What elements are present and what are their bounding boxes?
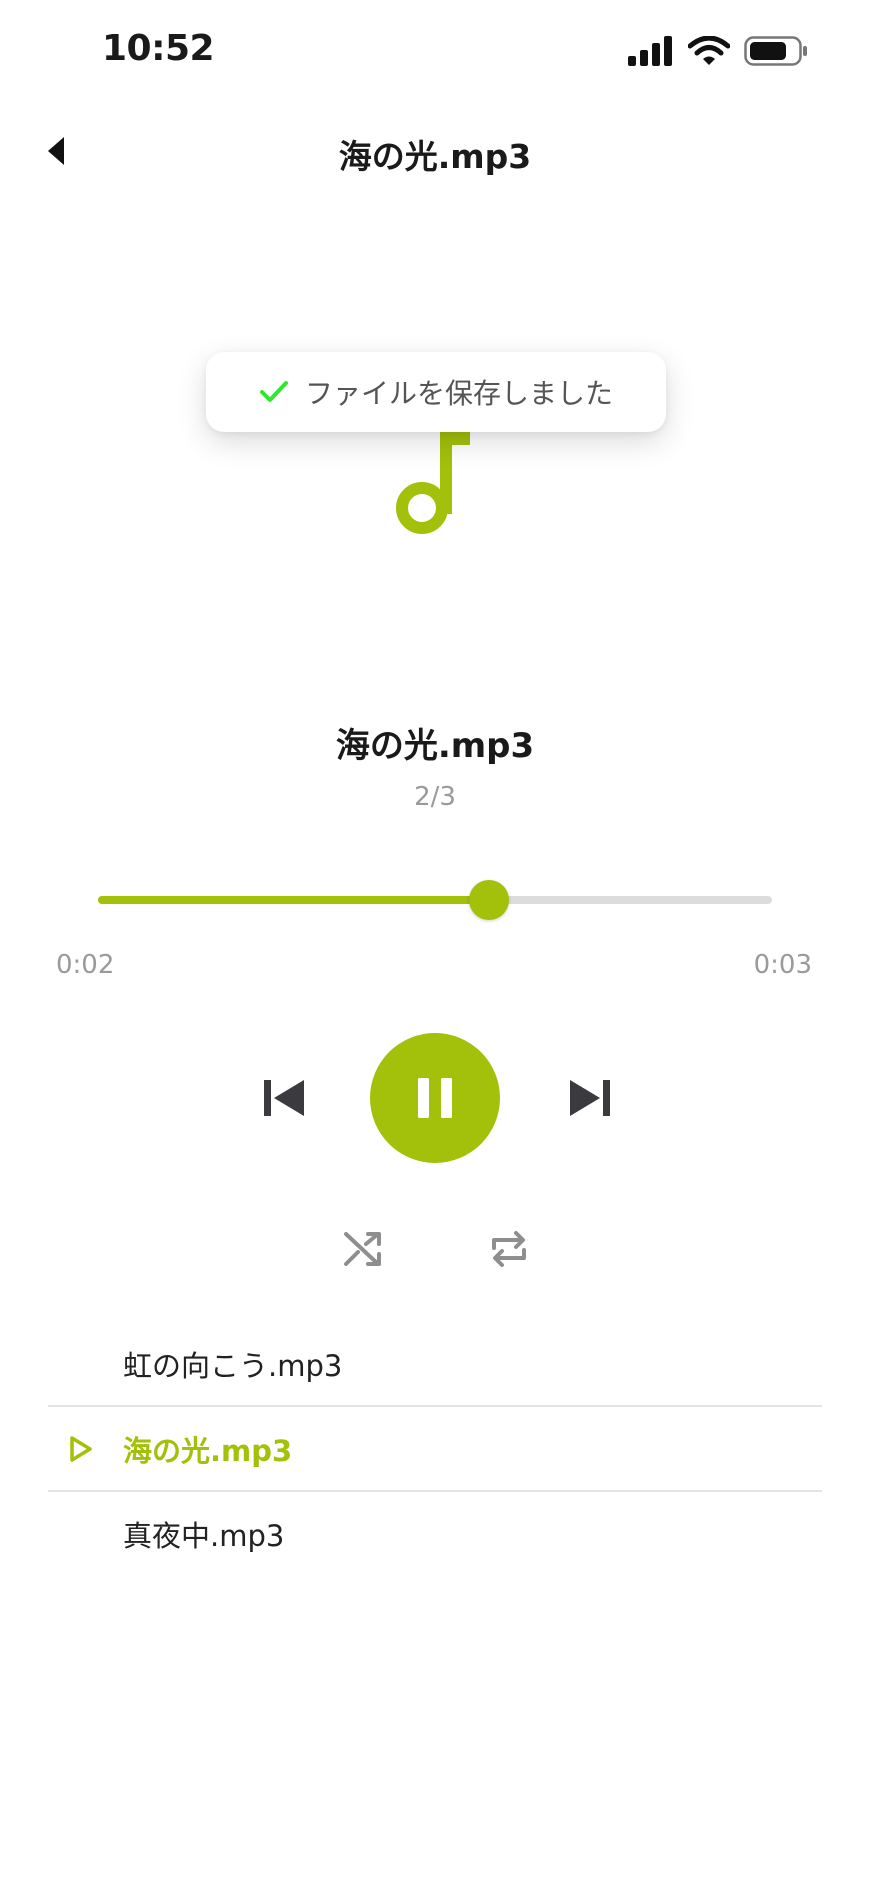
skip-previous-icon[interactable] [262, 1076, 308, 1120]
page-title: 海の光.mp3 [338, 137, 532, 176]
playlist-item-label: 海の光.mp3 [123, 1433, 293, 1468]
playlist-item-label: 真夜中.mp3 [123, 1518, 285, 1553]
status-time: 10:52 [102, 28, 215, 69]
elapsed-time: 0:02 [56, 950, 115, 980]
playlist-item[interactable]: 虹の向こう.mp3 [48, 1322, 822, 1407]
battery-icon [744, 36, 807, 66]
play-outline-icon [70, 1435, 92, 1462]
check-icon [259, 381, 288, 402]
progress-thumb[interactable] [469, 880, 509, 920]
saved-toast: ファイルを保存しました [206, 352, 666, 432]
shuffle-icon[interactable] [342, 1228, 384, 1270]
pause-icon [418, 1078, 452, 1118]
repeat-icon[interactable] [488, 1228, 530, 1270]
progress-fill [98, 896, 489, 904]
skip-next-icon[interactable] [566, 1076, 612, 1120]
track-title: 海の光.mp3 [335, 726, 535, 766]
playlist-item-label: 虹の向こう.mp3 [123, 1348, 343, 1383]
playlist-item[interactable]: 真夜中.mp3 [48, 1492, 822, 1575]
pause-button[interactable] [370, 1033, 500, 1163]
playlist: 虹の向こう.mp3 海の光.mp3 真夜中.mp3 [48, 1322, 822, 1575]
cellular-signal-icon [628, 36, 672, 66]
wifi-icon [688, 36, 730, 65]
toast-message: ファイルを保存しました [304, 377, 613, 410]
playlist-item[interactable]: 海の光.mp3 [48, 1407, 822, 1492]
status-icons [628, 36, 808, 66]
music-note-icon [396, 432, 470, 534]
total-time: 0:03 [753, 950, 812, 980]
track-index: 2/3 [414, 782, 456, 812]
